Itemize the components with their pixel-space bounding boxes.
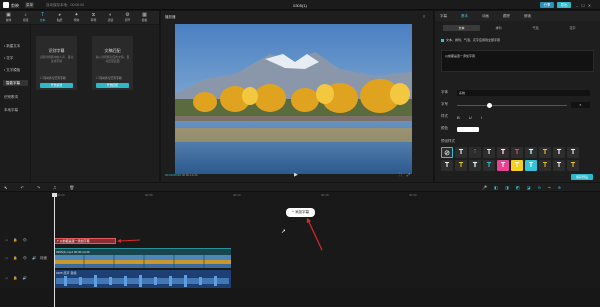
annotation-arrows [117,217,323,251]
mouse-cursor-icon: ➚ [281,229,287,235]
